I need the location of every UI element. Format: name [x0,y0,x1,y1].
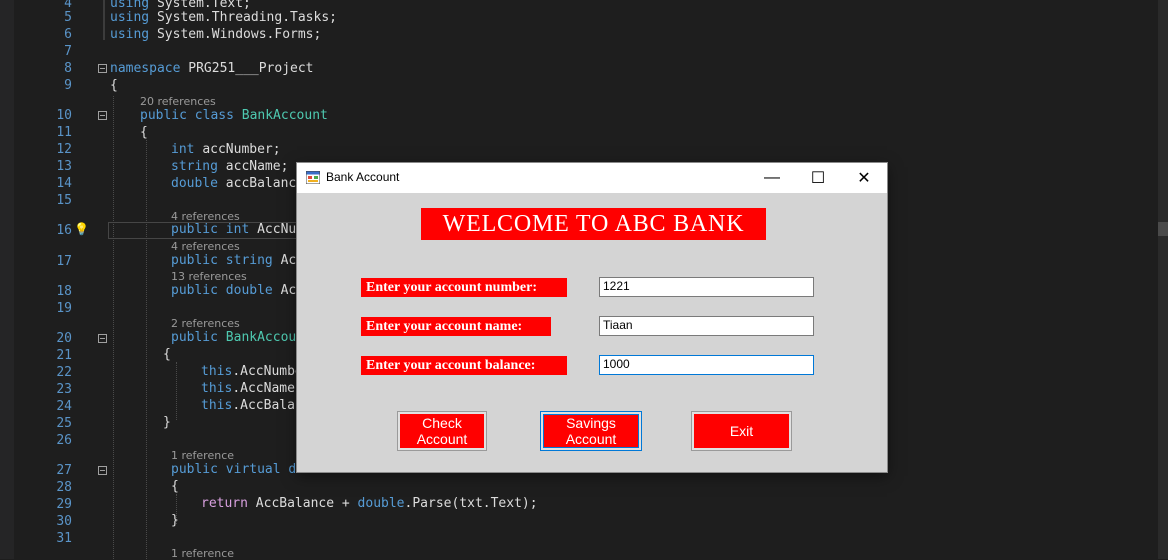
code-line: this.AccBalar [201,398,303,413]
codelens-references[interactable]: 1 reference [171,547,234,560]
code-line: public int AccNum [171,222,305,237]
account-name-label: Enter your account name: [361,317,551,336]
code-line: public virtual do [171,462,304,477]
line-number: 19 [56,301,72,316]
line-number: 8 [64,61,72,76]
app-icon [306,171,320,184]
account-number-input[interactable]: 1221 [599,277,814,297]
line-number: 26 [56,433,72,448]
savings-account-label: Savings Account [543,414,639,448]
line-number: 10 [56,108,72,123]
check-account-label: Check Account [400,414,484,448]
collapse-icon[interactable] [98,111,107,120]
code-line: this.AccNumbe [201,364,303,379]
check-account-button[interactable]: Check Account [397,411,487,451]
line-number: 23 [56,382,72,397]
line-number: 28 [56,480,72,495]
code-line: using System.Windows.Forms; [110,27,322,42]
line-number: 14 [56,176,72,191]
code-line: public double Acc [171,283,305,298]
minimize-icon: — [764,169,780,186]
window-title: Bank Account [326,170,400,184]
code-line: public class BankAccount [140,108,328,123]
codelens-references[interactable]: 13 references [171,270,247,283]
line-number: 16 [56,223,72,238]
code-line: using System.Threading.Tasks; [110,10,337,25]
line-number: 22 [56,365,72,380]
line-number: 21 [56,348,72,363]
line-number: 24 [56,399,72,414]
line-number: 31 [56,531,72,546]
code-line: } [171,513,179,528]
line-number: 13 [56,159,72,174]
code-line: { [110,78,118,93]
code-line: double accBalance [171,176,305,191]
account-name-input[interactable]: Tiaan [599,316,814,336]
exit-label: Exit [694,414,789,448]
exit-button[interactable]: Exit [691,411,792,451]
editor-margin [0,0,14,559]
line-number: 20 [56,331,72,346]
line-number: 18 [56,284,72,299]
code-line: this.AccName [201,381,295,396]
code-line: public string Acc [171,253,305,268]
code-line: return AccBalance + double.Parse(txt.Tex… [201,496,538,511]
codelens-references[interactable]: 20 references [140,95,216,108]
account-number-label: Enter your account number: [361,278,567,297]
indent-guide [176,362,177,420]
account-balance-label: Enter your account balance: [361,356,567,375]
code-line: { [163,347,171,362]
line-number: 30 [56,514,72,529]
welcome-banner: WELCOME TO ABC BANK [421,208,766,240]
change-bar [103,0,105,40]
account-balance-input[interactable]: 1000 [599,355,814,375]
codelens-references[interactable]: 4 references [171,240,240,253]
code-line: int accNumber; [171,142,281,157]
line-number: 15 [56,193,72,208]
line-number: 9 [64,78,72,93]
line-number: 7 [64,44,72,59]
line-number: 11 [56,125,72,140]
close-icon: ✕ [857,170,871,187]
code-line: } [163,415,171,430]
minimize-button[interactable]: — [749,163,795,193]
line-number: 27 [56,463,72,478]
title-bar[interactable]: Bank Account — ☐ ✕ [297,163,887,193]
indent-guide [113,96,114,559]
line-number: 29 [56,497,72,512]
codelens-references[interactable]: 2 references [171,317,240,330]
bank-account-window: Bank Account — ☐ ✕ WELCOME TO ABC BANK E… [297,163,887,472]
lightbulb-icon[interactable]: 💡 [74,222,89,236]
scrollbar-marker [1158,222,1168,236]
code-line: namespace PRG251___Project [110,61,314,76]
maximize-icon: ☐ [810,170,826,187]
code-line: { [171,479,179,494]
savings-account-button[interactable]: Savings Account [540,411,642,451]
code-line: public BankAccour [171,330,305,345]
line-number: 17 [56,254,72,269]
collapse-icon[interactable] [98,334,107,343]
indent-guide [146,140,147,559]
line-number: 6 [64,27,72,42]
line-number: 5 [64,10,72,25]
line-number: 12 [56,142,72,157]
collapse-icon[interactable] [98,466,107,475]
line-number: 25 [56,416,72,431]
maximize-button[interactable]: ☐ [795,163,841,193]
close-button[interactable]: ✕ [841,163,887,193]
codelens-references[interactable]: 1 reference [171,449,234,462]
editor-scrollbar[interactable] [1158,0,1168,559]
code-line: string accName; [171,159,289,174]
code-line: { [140,125,148,140]
collapse-icon[interactable] [98,64,107,73]
